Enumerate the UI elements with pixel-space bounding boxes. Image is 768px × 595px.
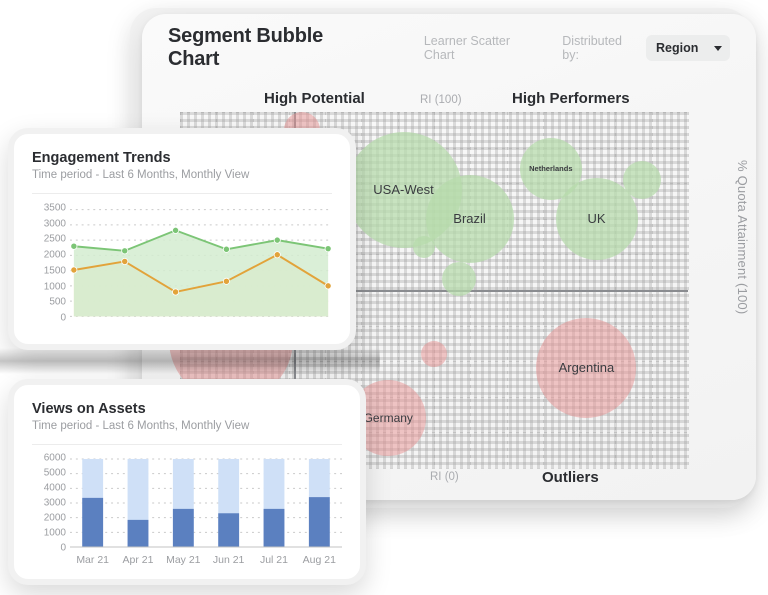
x-tick-label: Aug 21 xyxy=(302,554,336,566)
bubble-label: Germany xyxy=(363,410,413,425)
quadrant-label-high-potential: High Potential xyxy=(264,90,365,107)
engagement-trends-card: Engagement Trends Time period - Last 6 M… xyxy=(8,128,356,350)
bubble-label: Argentina xyxy=(558,360,615,376)
y-tick-label: 3000 xyxy=(43,497,66,509)
x-tick-label: Apr 21 xyxy=(122,554,154,566)
views-on-assets-title: Views on Assets xyxy=(32,401,146,417)
divider xyxy=(32,193,332,194)
engagement-trends-chart xyxy=(70,209,332,317)
y-tick-label: 2000 xyxy=(43,512,66,524)
y-tick-label: 5000 xyxy=(43,467,66,479)
bubble[interactable] xyxy=(421,341,447,368)
views-on-assets-card: Views on Assets Time period - Last 6 Mon… xyxy=(8,379,366,585)
bubble-label: UK xyxy=(587,210,606,226)
x-tick-label: Jun 21 xyxy=(212,554,245,566)
views-y-axis: 6000 5000 4000 3000 2000 1000 0 xyxy=(32,452,70,554)
panel-subtitle: Learner Scatter Chart xyxy=(423,34,511,62)
views-on-assets-subtitle: Time period - Last 6 Months, Monthly Vie… xyxy=(32,420,250,432)
bubble-label: Netherlands xyxy=(529,164,573,174)
screenshot-root: Segment Bubble Chart Learner Scatter Cha… xyxy=(0,0,768,595)
y-tick-label: 0 xyxy=(60,542,66,554)
bubble-label: Brazil xyxy=(453,210,486,226)
distributed-by-value: Region xyxy=(655,41,699,55)
y-tick-label: 1500 xyxy=(43,265,66,277)
y-tick-label: 2000 xyxy=(43,249,66,261)
x-tick-label: Mar 21 xyxy=(76,554,109,566)
bubble-argentina[interactable]: Argentina xyxy=(536,318,637,419)
bubble[interactable] xyxy=(623,160,662,199)
divider xyxy=(32,444,342,445)
distributed-by-label: Distributed by: xyxy=(562,34,623,62)
engagement-y-axis: 3500 3000 2500 2000 1500 1000 500 0 xyxy=(32,202,70,324)
chevron-down-icon xyxy=(713,45,722,51)
y-axis-title: % Quota Attainment (100) xyxy=(735,160,750,315)
bubble[interactable] xyxy=(412,236,435,259)
axis-label-ri-100: RI (100) xyxy=(420,94,462,106)
y-tick-label: 500 xyxy=(49,296,66,308)
y-tick-label: 3000 xyxy=(43,218,66,230)
y-tick-label: 4000 xyxy=(43,482,66,494)
y-tick-label: 6000 xyxy=(43,452,66,464)
y-tick-label: 1000 xyxy=(43,527,66,539)
y-tick-label: 3500 xyxy=(43,202,66,214)
distributed-by-select[interactable]: Region xyxy=(645,35,730,61)
y-tick-label: 2500 xyxy=(43,233,66,245)
quadrant-label-outliers: Outliers xyxy=(542,469,599,486)
engagement-trends-title: Engagement Trends xyxy=(32,150,171,166)
x-tick-label: May 21 xyxy=(166,554,201,566)
panel-header: Segment Bubble Chart Learner Scatter Cha… xyxy=(142,14,756,82)
bubble-brazil[interactable]: Brazil xyxy=(425,174,514,263)
y-tick-label: 1000 xyxy=(43,281,66,293)
axis-label-ri-0: RI (0) xyxy=(430,471,459,483)
views-x-axis: Mar 21 Apr 21 May 21 Jun 21 Jul 21 Aug 21 xyxy=(70,554,342,566)
engagement-trends-subtitle: Time period - Last 6 Months, Monthly Vie… xyxy=(32,169,250,181)
y-tick-label: 0 xyxy=(60,312,66,324)
bubble-label: USA-West xyxy=(373,182,434,198)
page-title: Segment Bubble Chart xyxy=(168,25,323,70)
x-tick-label: Jul 21 xyxy=(259,554,288,566)
views-on-assets-chart xyxy=(70,458,342,548)
quadrant-label-high-performers: High Performers xyxy=(512,90,630,107)
